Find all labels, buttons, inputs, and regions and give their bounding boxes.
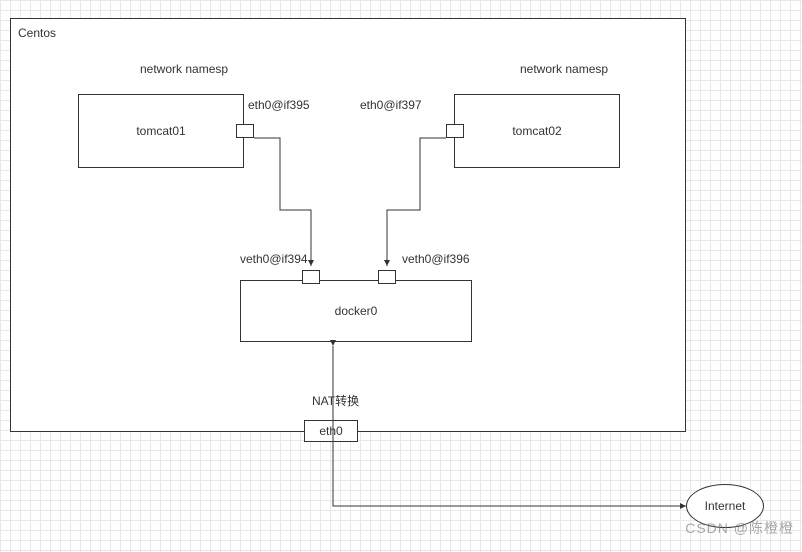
- container-box-2: tomcat02: [454, 94, 620, 168]
- host-label: Centos: [18, 26, 56, 40]
- veth-port-1: [302, 270, 320, 284]
- internet-label: Internet: [705, 499, 746, 513]
- eth-port-1: [236, 124, 254, 138]
- nat-label: NAT转换: [312, 392, 359, 409]
- veth-label-2: veth0@if396: [402, 252, 470, 266]
- host-iface-label: eth0: [319, 424, 342, 438]
- eth-port-2: [446, 124, 464, 138]
- namespace-label-2: network namesp: [520, 62, 608, 76]
- veth-port-2: [378, 270, 396, 284]
- eth-label-1: eth0@if395: [248, 98, 310, 112]
- host-iface-box: eth0: [304, 420, 358, 442]
- bridge-box: docker0: [240, 280, 472, 342]
- namespace-label-1: network namesp: [140, 62, 228, 76]
- watermark: CSDN @陈橙橙: [685, 518, 794, 538]
- bridge-label: docker0: [335, 304, 378, 318]
- veth-label-1: veth0@if394: [240, 252, 308, 266]
- container-label-2: tomcat02: [512, 124, 561, 138]
- container-box-1: tomcat01: [78, 94, 244, 168]
- host-box: [10, 18, 686, 432]
- diagram-canvas: Centos network namesp network namesp tom…: [0, 0, 802, 552]
- container-label-1: tomcat01: [136, 124, 185, 138]
- eth-label-2: eth0@if397: [360, 98, 422, 112]
